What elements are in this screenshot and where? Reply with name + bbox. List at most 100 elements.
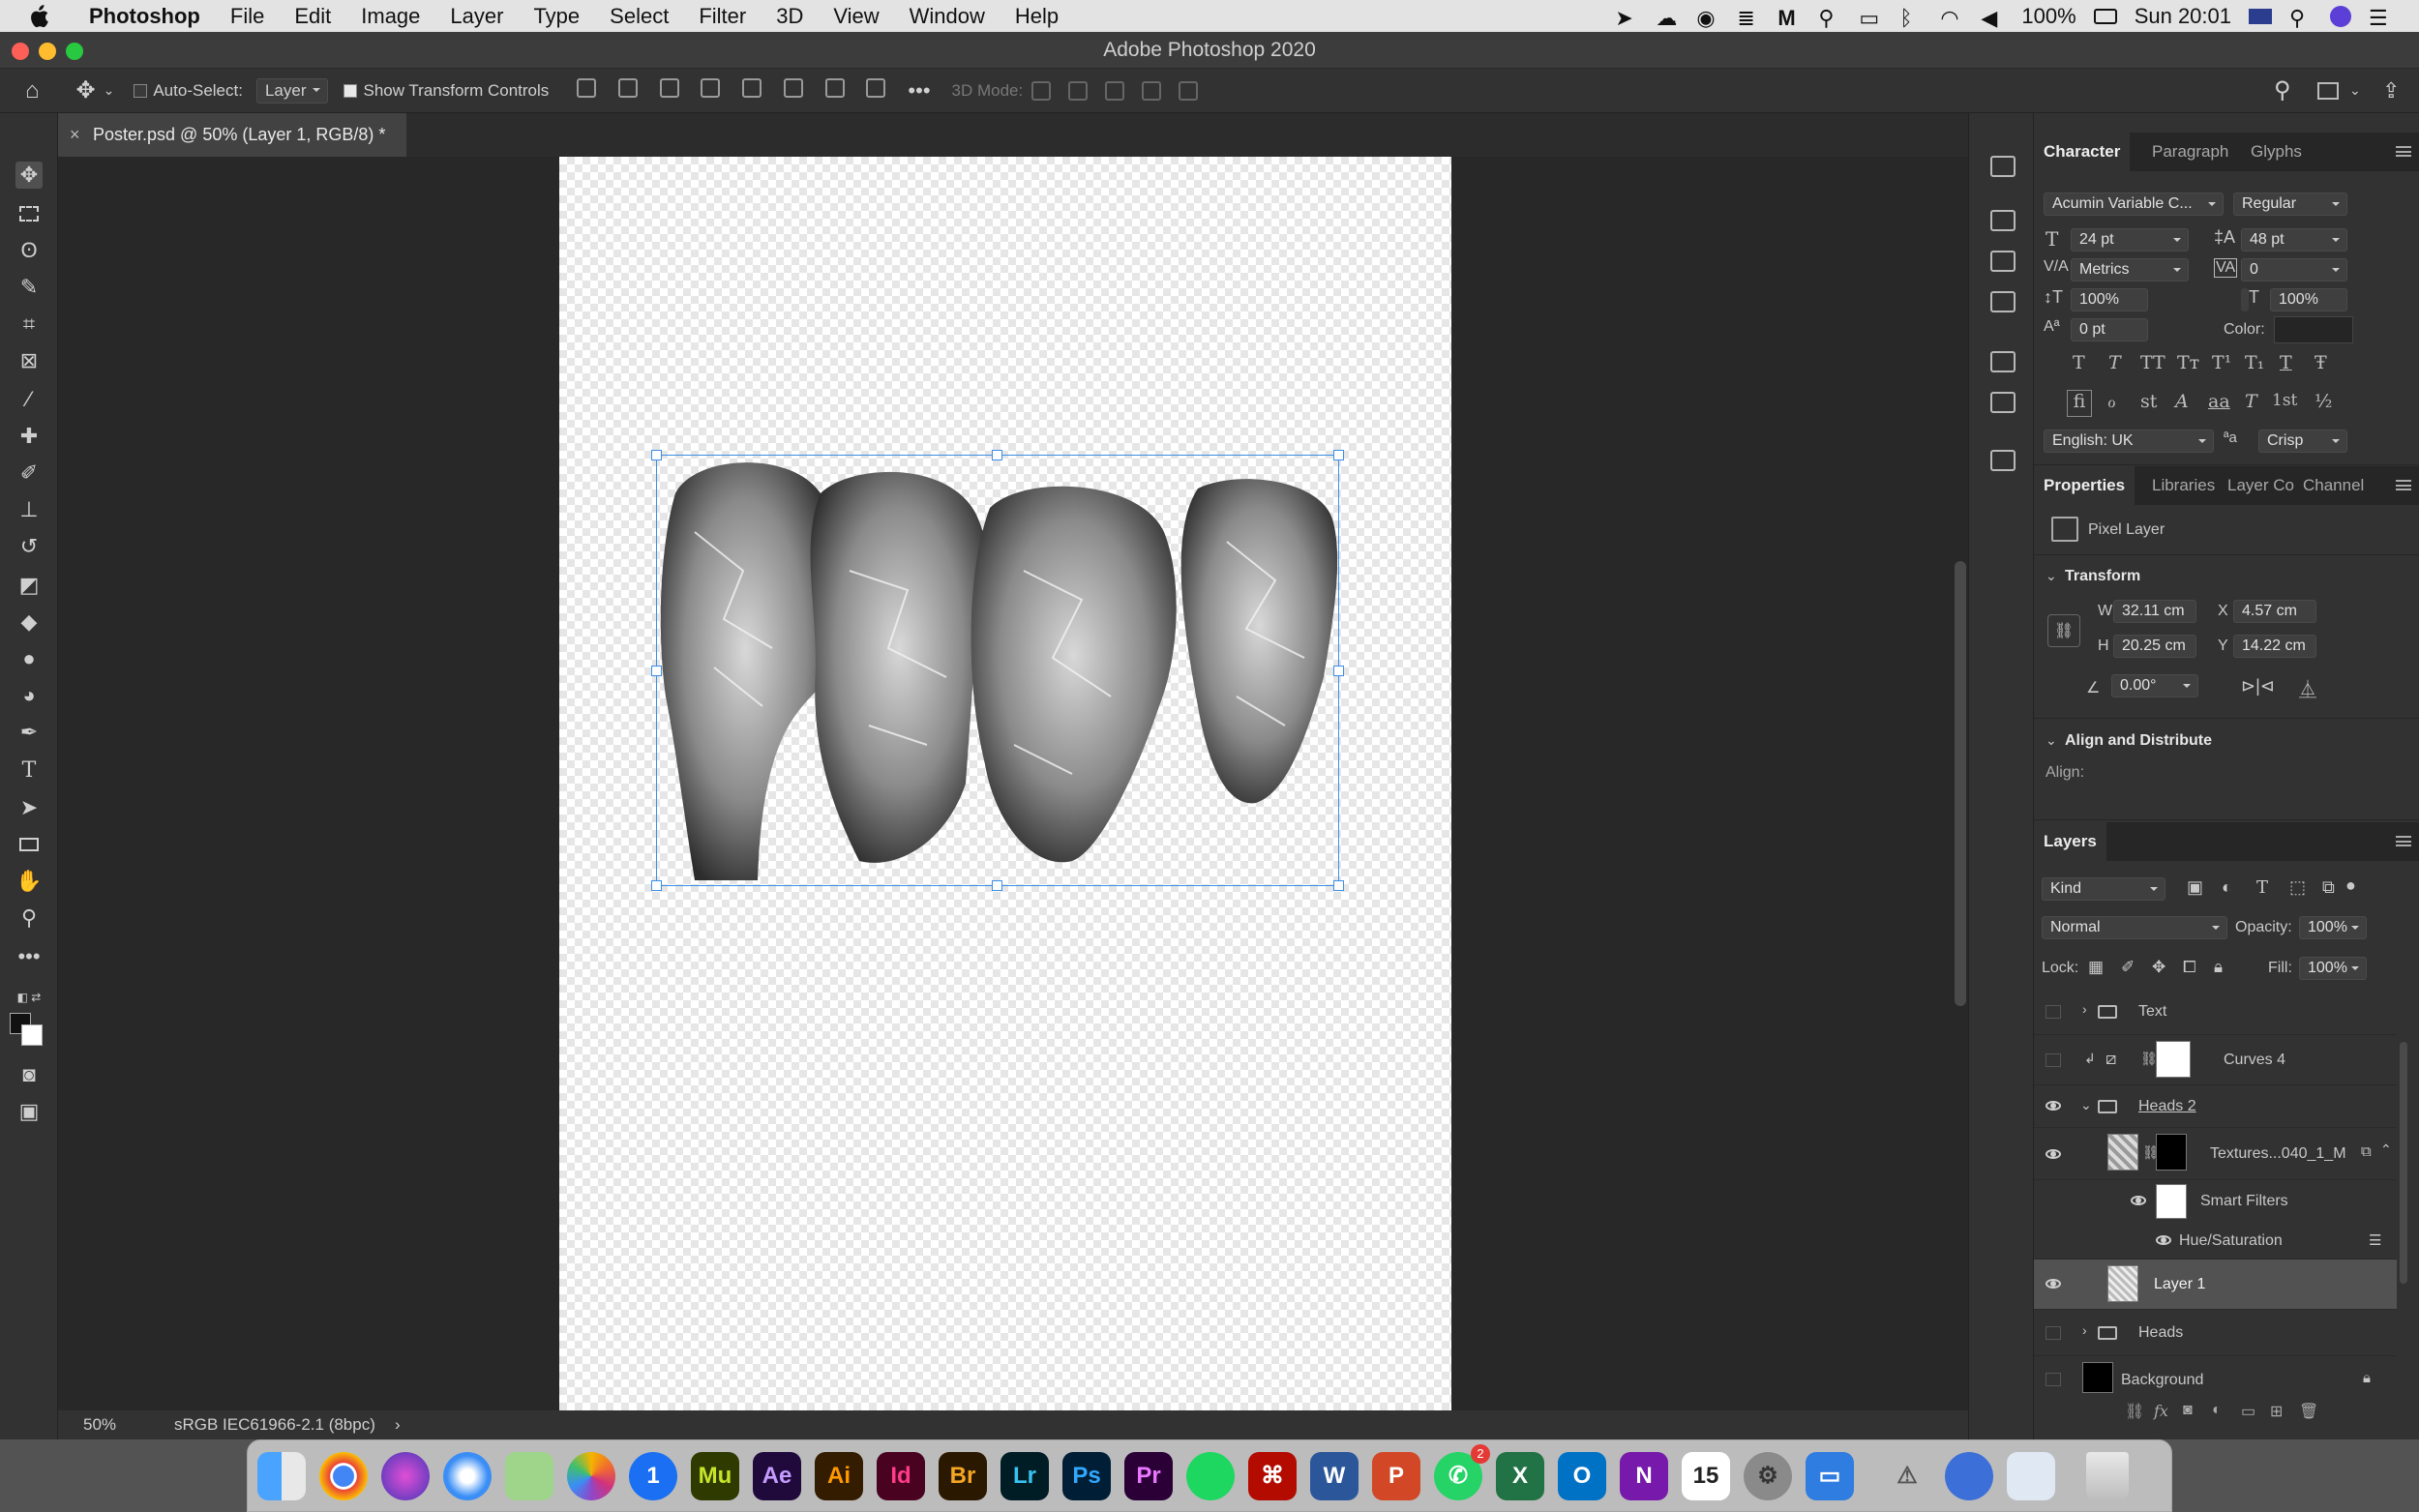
stylistic-alternates-button[interactable]: aa (2208, 391, 2230, 412)
chrome-icon[interactable] (319, 1452, 368, 1500)
menu-view[interactable]: View (833, 4, 879, 29)
background-color-swatch[interactable] (21, 1024, 43, 1046)
titling-alternates-button[interactable]: T (2245, 391, 2257, 412)
tracking-field[interactable]: 0 (2241, 258, 2347, 282)
eye-icon[interactable] (2046, 1101, 2061, 1111)
calendar-icon[interactable]: 15 (1682, 1452, 1730, 1500)
layer-row-hue-saturation[interactable]: Hue/Saturation ☰ (2034, 1223, 2397, 1260)
show-transform-checkbox[interactable] (343, 81, 363, 101)
y-field[interactable]: 14.22 cm (2233, 635, 2316, 658)
history-panel-icon[interactable] (1990, 210, 2016, 231)
record-icon[interactable]: ◉ (1696, 6, 1719, 30)
lock-artboard-icon[interactable]: ⧠ (2183, 958, 2196, 977)
more-options-icon[interactable]: ••• (908, 78, 930, 104)
lock-image-icon[interactable]: ✐ (2121, 958, 2135, 977)
layer-thumbnail[interactable] (2107, 1134, 2138, 1171)
move-tool-preset-icon[interactable]: ✥ (76, 76, 96, 104)
transform-chevron-icon[interactable]: ⌄ (2046, 568, 2057, 584)
strikethrough-button[interactable]: Ŧ (2314, 352, 2327, 373)
x-field[interactable]: 4.57 cm (2233, 600, 2316, 623)
align-chevron-icon[interactable]: ⌄ (2046, 732, 2057, 749)
blend-mode-dropdown[interactable]: Normal (2042, 916, 2227, 939)
history-brush-tool-icon[interactable]: ↺ (15, 533, 43, 560)
visibility-toggle-off[interactable] (2046, 1053, 2061, 1067)
align-distribute-heading[interactable]: Align and Distribute (2065, 732, 2212, 750)
font-family-dropdown[interactable]: Acumin Variable C... (2044, 193, 2224, 216)
stack-icon[interactable]: ≣ (1737, 6, 1760, 30)
angle-field[interactable]: 0.00° (2111, 674, 2198, 697)
ordinals-button[interactable]: 1st (2272, 391, 2297, 410)
layer-row-background[interactable]: Background 🔒︎ (2034, 1356, 2397, 1399)
bluetooth-icon[interactable]: ᛒ (1899, 6, 1923, 30)
flip-vertical-icon[interactable]: ⏅ (2299, 676, 2316, 701)
visibility-toggle-off[interactable] (2046, 1005, 2061, 1019)
font-size-field[interactable]: 24 pt (2071, 228, 2189, 252)
mask-thumbnail[interactable] (2156, 1041, 2191, 1078)
filter-shape-icon[interactable]: ⬚ (2289, 877, 2306, 898)
lock-all-icon[interactable]: 🔒︎ (2214, 958, 2223, 977)
standard-ligatures-button[interactable]: ﬁ (2067, 390, 2092, 417)
after-effects-icon[interactable]: Ae (753, 1452, 801, 1500)
muse-icon[interactable]: Mu (691, 1452, 739, 1500)
lightroom-icon[interactable]: Lr (1000, 1452, 1049, 1500)
tab-libraries[interactable]: Libraries (2142, 466, 2225, 505)
instruments-icon[interactable]: ⚠ (1883, 1452, 1931, 1500)
3d-roll-icon[interactable] (1068, 80, 1089, 101)
eraser-tool-icon[interactable]: ◩ (15, 572, 43, 599)
all-caps-button[interactable]: TT (2140, 352, 2165, 373)
leading-field[interactable]: 48 pt (2241, 228, 2347, 252)
quick-selection-tool-icon[interactable]: ✎ (15, 274, 43, 301)
transform-heading[interactable]: Transform (2065, 568, 2140, 585)
preset-chevron-icon[interactable]: ⌄ (104, 82, 115, 99)
layers-scrollbar[interactable] (2400, 1042, 2407, 1284)
trash-icon[interactable] (2086, 1452, 2129, 1500)
finder-icon[interactable] (257, 1452, 306, 1500)
word-icon[interactable]: W (1310, 1452, 1359, 1500)
layer-thumbnail[interactable] (2082, 1362, 2113, 1393)
menu-select[interactable]: Select (610, 4, 669, 29)
width-field[interactable]: 32.11 cm (2113, 600, 2196, 623)
transform-handle-bottom[interactable] (992, 880, 1002, 891)
airplay-icon[interactable]: ▭ (1859, 6, 1882, 30)
align-left-icon[interactable] (577, 78, 597, 98)
visibility-toggle-off[interactable] (2046, 1326, 2061, 1340)
document-tab[interactable]: × Poster.psd @ 50% (Layer 1, RGB/8) * (58, 113, 406, 157)
marquee-tool-icon[interactable] (15, 200, 43, 227)
workspace-icon[interactable] (2317, 81, 2339, 100)
hand-tool-icon[interactable]: ✋ (15, 868, 43, 895)
volume-icon[interactable]: ◀ (1981, 6, 2004, 30)
apple-icon[interactable] (29, 4, 48, 28)
align-center-icon[interactable] (618, 78, 639, 98)
eye-icon[interactable] (2131, 1196, 2146, 1205)
layer-filter-dropdown[interactable]: Kind (2042, 877, 2165, 901)
vertical-scrollbar[interactable] (1955, 561, 1966, 1006)
histogram-panel-icon[interactable] (1990, 156, 2016, 177)
superscript-button[interactable]: T¹ (2212, 352, 2231, 373)
text-color-swatch[interactable] (2274, 316, 2353, 343)
transform-handle-right[interactable] (1333, 666, 1344, 676)
onenote-icon[interactable]: N (1620, 1452, 1668, 1500)
layer-row-heads-2[interactable]: ⌄ Heads 2 (2034, 1085, 2397, 1128)
siri-icon[interactable] (2330, 5, 2351, 27)
preview-icon[interactable] (2007, 1452, 2055, 1500)
align-right-icon[interactable] (659, 78, 679, 98)
quick-mask-icon[interactable]: ◙ (15, 1061, 43, 1088)
tab-paragraph[interactable]: Paragraph (2142, 133, 2238, 171)
tab-layers[interactable]: Layers (2034, 822, 2106, 861)
home-icon[interactable]: ⌂ (25, 77, 40, 104)
collapse-effects-icon[interactable]: ⌃ (2380, 1141, 2392, 1158)
siri-icon[interactable] (381, 1452, 430, 1500)
transform-handle-left[interactable] (651, 666, 662, 676)
filter-smart-object-icon[interactable]: ⧉ (2322, 877, 2335, 898)
lock-position-icon[interactable]: ✥ (2152, 958, 2165, 977)
swatches-panel-icon[interactable] (1990, 291, 2016, 312)
3d-slide-icon[interactable] (1142, 80, 1162, 101)
xcode-icon[interactable] (1945, 1452, 1993, 1500)
system-preferences-icon[interactable]: ⚙ (1744, 1452, 1792, 1500)
layer-row-layer-1[interactable]: Layer 1 (2034, 1260, 2397, 1310)
faux-bold-button[interactable]: T (2073, 352, 2085, 373)
paint-bucket-tool-icon[interactable]: ◆ (15, 608, 43, 636)
move-tool-icon[interactable]: ✥ (15, 162, 43, 189)
delete-layer-icon[interactable]: 🗑︎ (2299, 1402, 2318, 1421)
menu-3d[interactable]: 3D (776, 4, 803, 29)
